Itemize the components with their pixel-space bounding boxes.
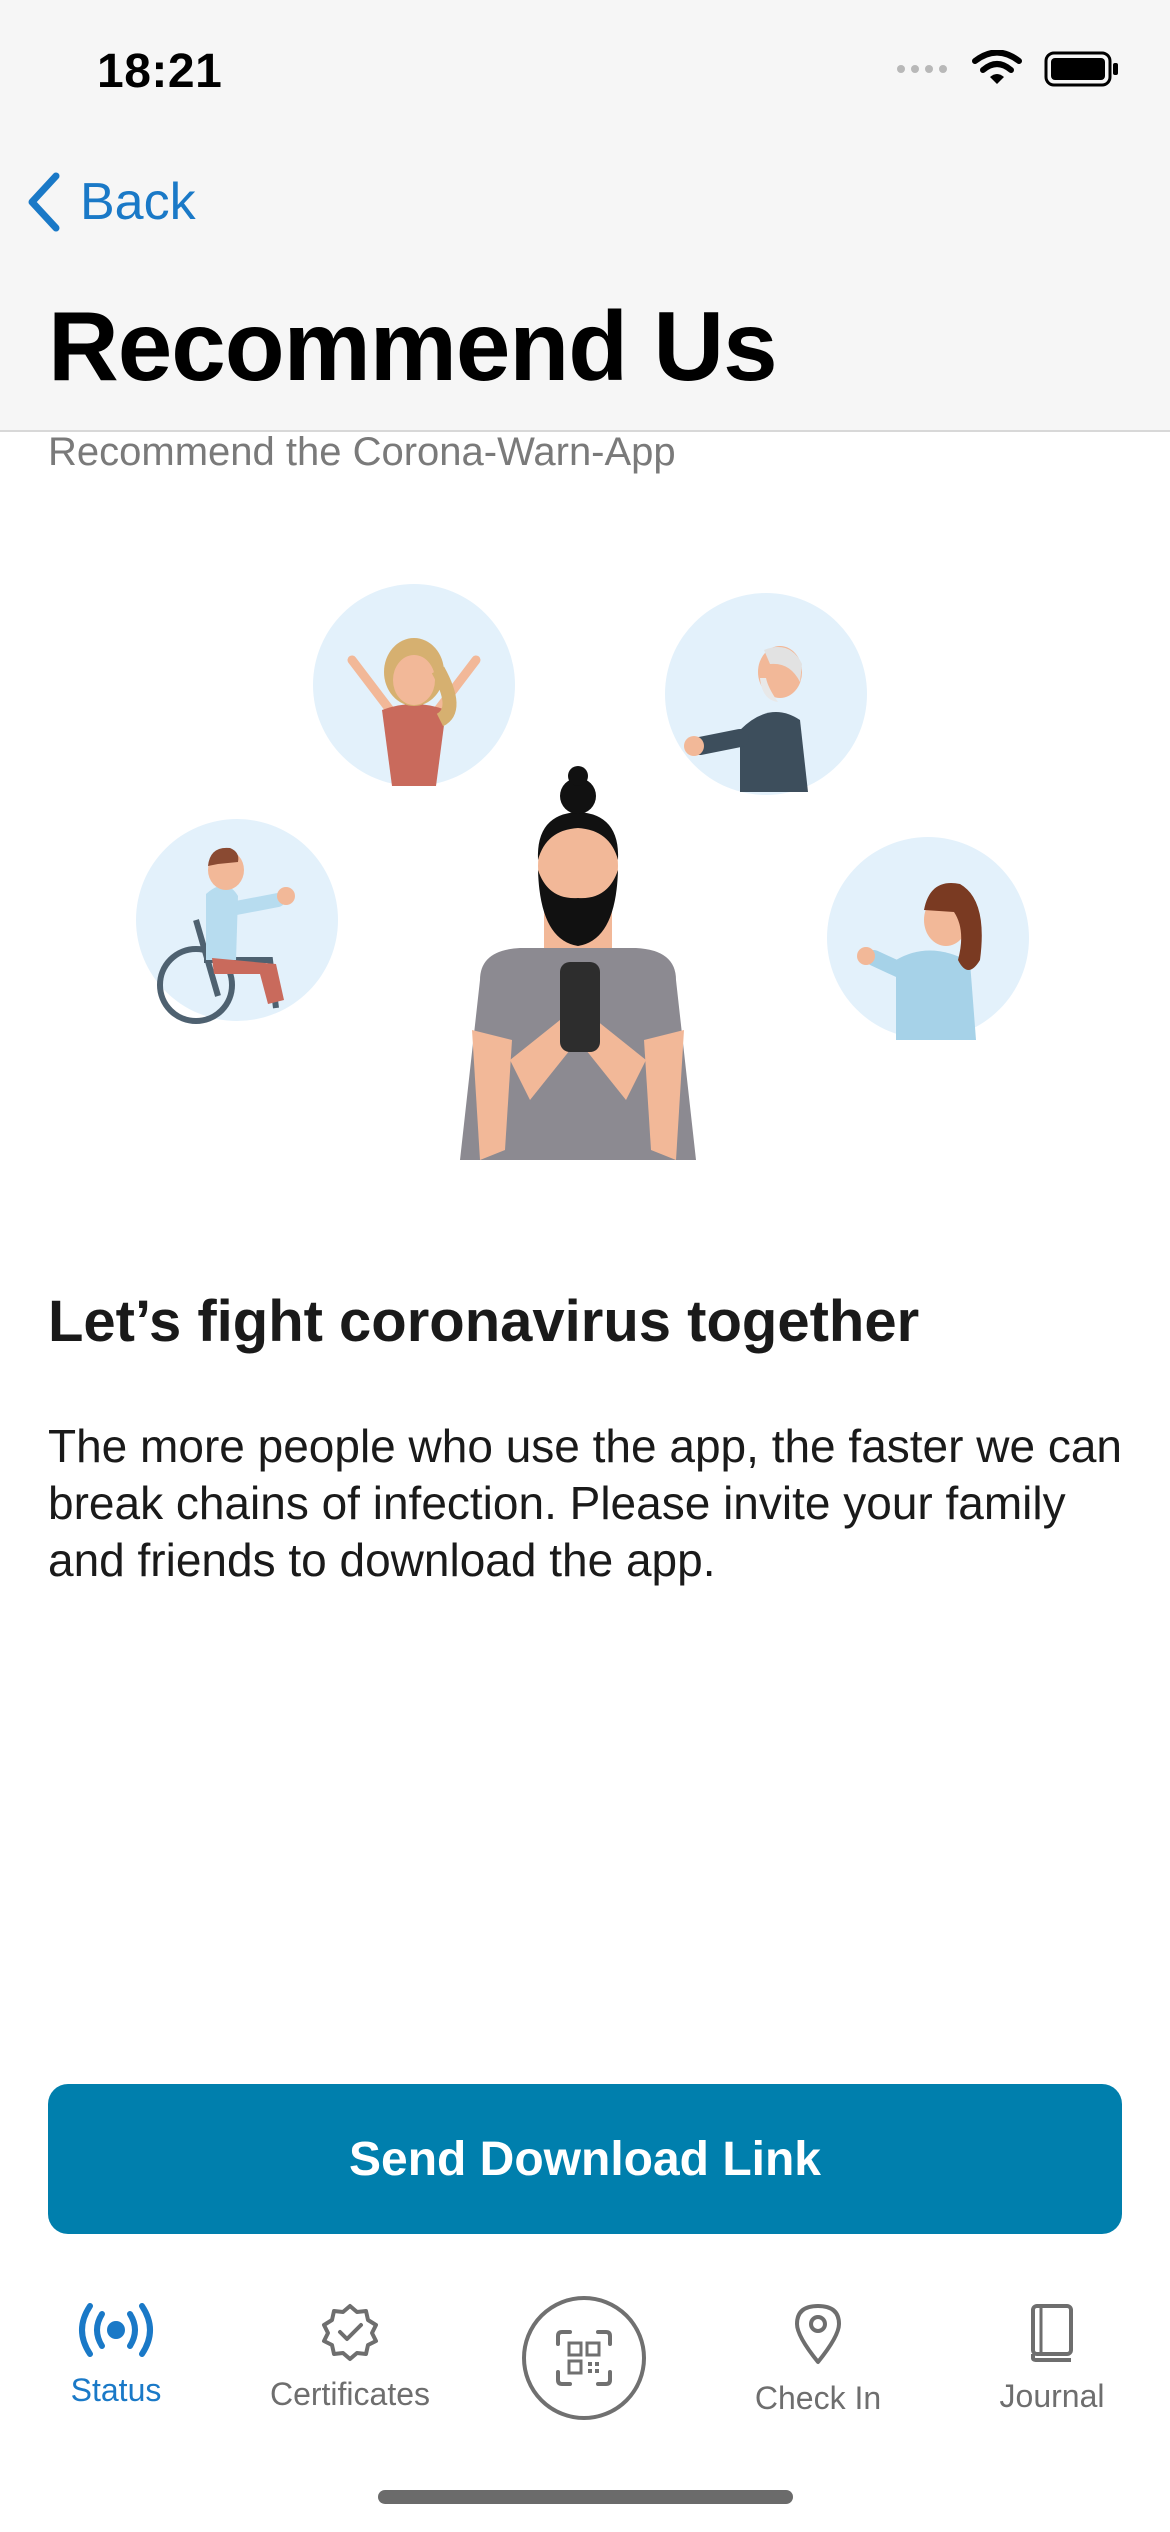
book-icon xyxy=(1031,2304,1073,2362)
people-sharing-illustration xyxy=(136,584,1029,1160)
status-icons xyxy=(896,50,1120,88)
back-label: Back xyxy=(80,173,196,231)
battery-icon xyxy=(1044,51,1118,87)
broadcast-icon xyxy=(79,2303,153,2357)
qr-scan-icon xyxy=(556,2330,612,2386)
description-text: The more people who use the app, the fas… xyxy=(48,1420,1122,1586)
tab-label-check-in: Check In xyxy=(754,2380,882,2416)
section-heading: Let’s fight coronavirus together xyxy=(48,1289,920,1354)
recommend-screen: 18:21 Back Recommend Us Recommend the Co… xyxy=(0,0,1170,2532)
page-title: Recommend Us xyxy=(48,291,778,401)
chevron-left-icon xyxy=(28,172,60,232)
qr-scan-button[interactable] xyxy=(522,2296,646,2420)
tab-label-journal: Journal xyxy=(999,2378,1105,2414)
page-subtitle: Recommend the Corona-Warn-App xyxy=(48,430,676,474)
tab-status[interactable]: Status xyxy=(6,2302,226,2409)
tab-certificates[interactable]: Certificates xyxy=(240,2302,460,2413)
certificate-badge-icon xyxy=(322,2304,378,2361)
home-indicator xyxy=(378,2490,793,2504)
wifi-icon xyxy=(972,50,1022,84)
navigation-header: 18:21 Back Recommend Us xyxy=(0,0,1170,432)
tab-check-in[interactable]: Check In xyxy=(708,2302,928,2417)
send-download-link-button[interactable]: Send Download Link xyxy=(48,2084,1122,2234)
tab-label-certificates: Certificates xyxy=(269,2376,431,2412)
status-time: 18:21 xyxy=(97,45,223,98)
tab-label-status: Status xyxy=(70,2372,162,2408)
back-button[interactable]: Back xyxy=(26,172,196,232)
location-pin-icon xyxy=(795,2304,841,2364)
tab-journal[interactable]: Journal xyxy=(942,2302,1162,2415)
cellular-signal-icon xyxy=(897,65,947,73)
